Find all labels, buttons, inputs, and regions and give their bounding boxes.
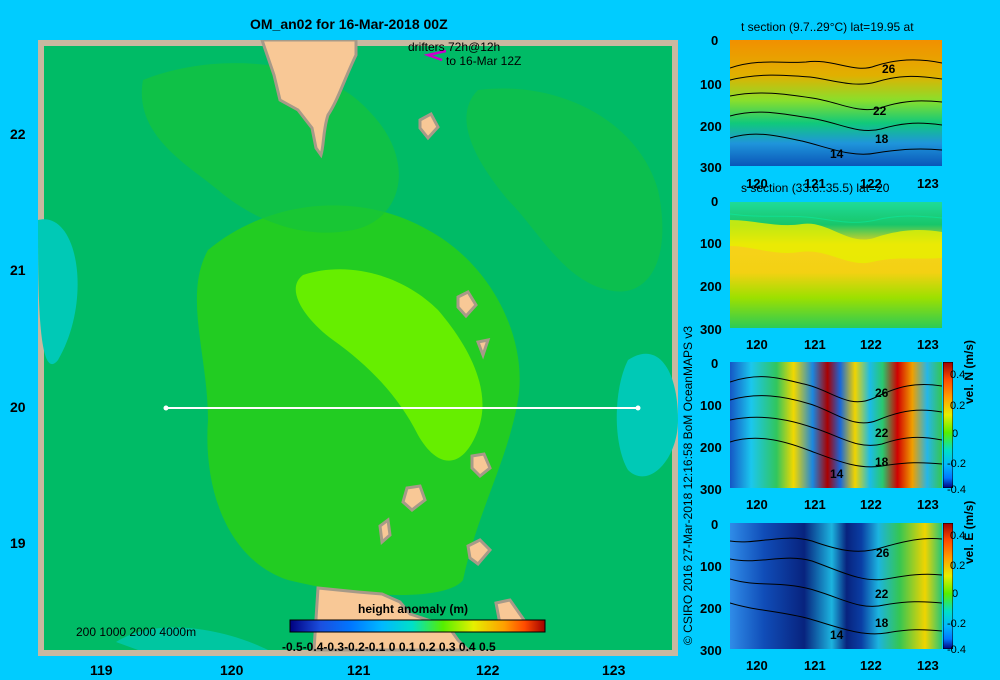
lon-tick-120: 120 bbox=[220, 662, 244, 678]
legend-tick-2: -0.4 bbox=[302, 640, 324, 654]
ve-x-123: 123 bbox=[917, 658, 939, 673]
vn-contour-label-18: 18 bbox=[875, 455, 889, 469]
height-anomaly-map: drifters 72h@12h to 16-Mar 12Z 200 1000 … bbox=[38, 38, 678, 656]
vn-x-121: 121 bbox=[804, 497, 826, 512]
s-x-121: 121 bbox=[804, 337, 826, 352]
legend-tick-7: 0.1 bbox=[398, 640, 416, 654]
vn-x-120: 120 bbox=[746, 497, 768, 512]
t-section-title: t section (9.7..29°C) lat=19.95 at bbox=[741, 20, 914, 34]
legend-ticks: -0.5-0.4-0.3-0.2-0.1 0 0.1 0.2 0.3 0.4 0… bbox=[282, 640, 496, 654]
lat-tick-22: 22 bbox=[10, 126, 26, 142]
ve-section-panel: 26 22 18 14 bbox=[730, 523, 942, 649]
s-x-123: 123 bbox=[917, 337, 939, 352]
lon-tick-121: 121 bbox=[347, 662, 371, 678]
t-x-123: 123 bbox=[917, 176, 939, 191]
legend-tick-4: -0.2 bbox=[344, 640, 365, 654]
ve-section-canvas: 26 22 18 14 bbox=[730, 523, 942, 649]
ve-contour-label-14: 14 bbox=[830, 628, 844, 642]
ve-cb-m04: -0.4 bbox=[947, 644, 966, 656]
ve-cb-m02: -0.2 bbox=[947, 618, 966, 630]
legend-tick-8: 0.2 bbox=[418, 640, 436, 654]
t-section-canvas: 26 22 18 14 bbox=[730, 40, 942, 166]
t-y-300: 300 bbox=[700, 160, 722, 175]
ve-contour-label-26: 26 bbox=[876, 546, 890, 560]
ve-y-100: 100 bbox=[700, 559, 722, 574]
vn-section-canvas: 26 22 18 14 bbox=[730, 362, 942, 488]
drifter-note-2: to 16-Mar 12Z bbox=[446, 54, 522, 68]
ve-cb-0: 0 bbox=[952, 588, 959, 600]
vn-y-0: 0 bbox=[711, 356, 719, 371]
vn-contour-label-26: 26 bbox=[875, 386, 889, 400]
lon-tick-123: 123 bbox=[602, 662, 626, 678]
lon-tick-122: 122 bbox=[476, 662, 500, 678]
legend-tick-11: 0.5 bbox=[478, 640, 496, 654]
s-x-122: 122 bbox=[860, 337, 882, 352]
ve-cb-02: 0.2 bbox=[950, 560, 966, 572]
legend-tick-5: -0.1 bbox=[364, 640, 386, 654]
legend-bar bbox=[289, 619, 546, 633]
s-y-200: 200 bbox=[700, 279, 722, 294]
s-y-300: 300 bbox=[700, 322, 722, 337]
ve-y-300: 300 bbox=[700, 643, 722, 658]
lat-tick-20: 20 bbox=[10, 399, 26, 415]
drifter-note-1: drifters 72h@12h bbox=[408, 40, 501, 54]
legend-title: height anomaly (m) bbox=[358, 602, 469, 616]
s-x-120: 120 bbox=[746, 337, 768, 352]
vn-section-panel: 26 22 18 14 bbox=[730, 362, 942, 488]
ve-y-200: 200 bbox=[700, 601, 722, 616]
s-y-0: 0 bbox=[711, 194, 719, 209]
t-contour-label-22: 22 bbox=[873, 104, 887, 118]
t-contour-label-18: 18 bbox=[875, 132, 889, 146]
lat-tick-19: 19 bbox=[10, 535, 26, 551]
page-title: OM_an02 for 16-Mar-2018 00Z bbox=[250, 16, 448, 32]
ve-contour-label-22: 22 bbox=[875, 587, 889, 601]
lat-tick-21: 21 bbox=[10, 262, 26, 278]
vn-cb-0: 0 bbox=[952, 428, 959, 440]
s-section-panel bbox=[730, 202, 942, 328]
s-section-title: s section (33.6..35.5) lat=20 bbox=[741, 181, 890, 195]
vn-y-100: 100 bbox=[700, 398, 722, 413]
map-canvas bbox=[38, 38, 678, 656]
t-contour-label-26: 26 bbox=[882, 62, 896, 76]
vn-cb-m02: -0.2 bbox=[947, 458, 966, 470]
s-section-canvas bbox=[730, 202, 942, 328]
section-end-right bbox=[635, 405, 641, 411]
vn-cb-04: 0.4 bbox=[950, 369, 966, 381]
ve-y-0: 0 bbox=[711, 517, 719, 532]
vn-x-122: 122 bbox=[860, 497, 882, 512]
ve-x-120: 120 bbox=[746, 658, 768, 673]
legend-tick-6: 0 bbox=[388, 640, 396, 654]
depth-scale: 200 1000 2000 4000m bbox=[76, 625, 197, 639]
ve-x-121: 121 bbox=[804, 658, 826, 673]
vn-x-123: 123 bbox=[917, 497, 939, 512]
vn-cb-02: 0.2 bbox=[950, 400, 966, 412]
vn-cb-m04: -0.4 bbox=[947, 484, 966, 496]
credit-text: © CSIRO 2016 27-Mar-2018 12:16:58 BoM Oc… bbox=[681, 325, 695, 645]
t-y-200: 200 bbox=[700, 119, 722, 134]
vn-contour-label-22: 22 bbox=[875, 426, 889, 440]
legend-tick-1: -0.5 bbox=[282, 640, 303, 654]
t-y-0: 0 bbox=[711, 33, 719, 48]
legend-tick-9: 0.3 bbox=[438, 640, 456, 654]
ve-cb-04: 0.4 bbox=[950, 530, 966, 542]
vn-contour-label-14: 14 bbox=[830, 467, 844, 481]
legend-tick-3: -0.3 bbox=[323, 640, 345, 654]
t-contour-label-14: 14 bbox=[830, 147, 844, 161]
vn-y-200: 200 bbox=[700, 440, 722, 455]
s-y-100: 100 bbox=[700, 236, 722, 251]
ve-contour-label-18: 18 bbox=[875, 616, 889, 630]
app-frame: OM_an02 for 16-Mar-2018 00Z drifters 72h… bbox=[0, 0, 1000, 680]
section-end-left bbox=[163, 405, 169, 411]
vn-y-300: 300 bbox=[700, 482, 722, 497]
lon-tick-119: 119 bbox=[90, 662, 113, 678]
legend-tick-10: 0.4 bbox=[458, 640, 476, 654]
ve-x-122: 122 bbox=[860, 658, 882, 673]
t-section-panel: 26 22 18 14 bbox=[730, 40, 942, 166]
t-y-100: 100 bbox=[700, 77, 722, 92]
